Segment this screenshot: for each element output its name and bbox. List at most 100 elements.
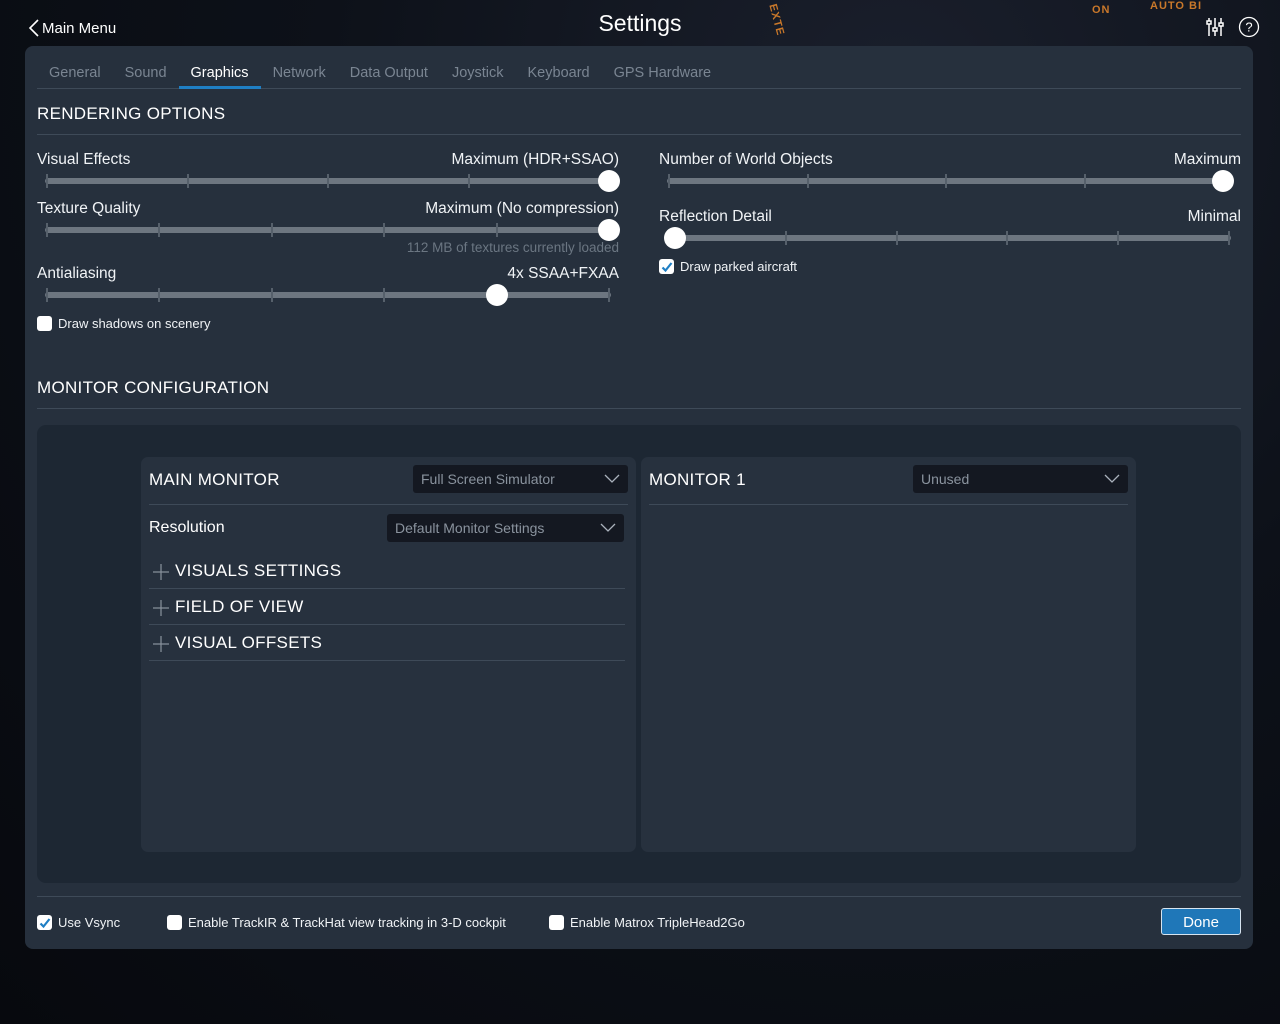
main-monitor-mode-dropdown[interactable]: Full Screen Simulator	[413, 465, 628, 493]
slider-thumb[interactable]	[598, 219, 620, 241]
help-icon[interactable]: ?	[1238, 16, 1260, 38]
page-title: Settings	[598, 10, 682, 36]
slider-tick	[895, 231, 898, 245]
slider-tick	[46, 223, 48, 237]
reflection-detail-value: Minimal	[1187, 208, 1241, 225]
expander-label: VISUAL OFFSETS	[175, 633, 323, 652]
tab-data-output[interactable]: Data Output	[338, 46, 440, 88]
slider-tick	[806, 174, 809, 188]
resolution-label: Resolution	[149, 519, 225, 536]
dropdown-value: Unused	[921, 471, 970, 487]
slider-tick	[1228, 231, 1230, 245]
slider-tick	[186, 174, 189, 188]
texture-quality-label: Texture Quality	[37, 200, 141, 217]
chevron-down-icon	[604, 474, 620, 483]
texture-quality-slider[interactable]	[45, 219, 620, 241]
monitor-1-card: MONITOR 1 Unused	[641, 457, 1136, 852]
slider-tick	[270, 288, 273, 302]
slider-thumb[interactable]	[598, 170, 620, 192]
sliders-icon[interactable]	[1204, 16, 1226, 38]
visual-effects-value: Maximum (HDR+SSAO)	[451, 151, 619, 168]
settings-panel: General Sound Graphics Network Data Outp…	[25, 46, 1253, 949]
plus-icon	[153, 564, 169, 580]
slider-tick	[467, 174, 470, 188]
checkmark-icon	[39, 917, 50, 928]
slider-thumb[interactable]	[485, 284, 508, 306]
texture-quality-value: Maximum (No compression)	[425, 200, 619, 217]
expander-label: VISUALS SETTINGS	[175, 561, 342, 580]
monitor-configuration-heading: MONITOR CONFIGURATION	[37, 378, 1241, 409]
visual-offsets-expander[interactable]: VISUAL OFFSETS	[149, 625, 625, 661]
antialiasing-setting: Antialiasing 4x SSAA+FXAA	[37, 265, 619, 306]
slider-tick	[46, 288, 48, 302]
use-vsync-label: Use Vsync	[58, 915, 121, 930]
texture-quality-setting: Texture Quality Maximum (No compression)…	[37, 200, 620, 260]
main-monitor-header: MAIN MONITOR Full Screen Simulator	[149, 457, 628, 505]
antialiasing-label: Antialiasing	[37, 265, 117, 282]
slider-tick	[668, 174, 670, 188]
rendering-options-heading: RENDERING OPTIONS	[37, 104, 1241, 135]
checkbox-box	[659, 259, 674, 274]
tab-network[interactable]: Network	[261, 46, 338, 88]
draw-shadows-checkbox[interactable]: Draw shadows on scenery	[37, 316, 210, 331]
trackir-label: Enable TrackIR & TrackHat view tracking …	[188, 915, 506, 930]
chevron-down-icon	[600, 523, 616, 532]
tab-general[interactable]: General	[37, 46, 113, 88]
dropdown-value: Full Screen Simulator	[421, 471, 555, 487]
draw-shadows-label: Draw shadows on scenery	[58, 316, 211, 331]
visual-effects-slider[interactable]	[45, 170, 620, 192]
slider-tick	[327, 174, 329, 188]
main-monitor-title: MAIN MONITOR	[149, 470, 280, 489]
resolution-dropdown[interactable]: Default Monitor Settings	[387, 514, 624, 542]
slider-tick	[1117, 231, 1120, 245]
slider-tick	[784, 231, 787, 245]
expander-label: FIELD OF VIEW	[175, 597, 304, 616]
reflection-detail-setting: Reflection Detail Minimal	[659, 208, 1241, 249]
world-objects-slider[interactable]	[667, 170, 1234, 192]
slider-tick	[270, 223, 273, 237]
world-objects-setting: Number of World Objects Maximum	[659, 151, 1241, 192]
tab-keyboard[interactable]: Keyboard	[516, 46, 602, 88]
svg-text:?: ?	[1245, 20, 1252, 35]
reflection-detail-slider[interactable]	[664, 227, 1231, 249]
tab-gps-hardware[interactable]: GPS Hardware	[602, 46, 724, 88]
tab-bar: General Sound Graphics Network Data Outp…	[37, 46, 1241, 89]
reflection-detail-label: Reflection Detail	[659, 208, 772, 225]
draw-parked-aircraft-checkbox[interactable]: Draw parked aircraft	[659, 259, 797, 274]
slider-tick	[383, 288, 386, 302]
checkmark-icon	[661, 261, 672, 272]
visuals-settings-expander[interactable]: VISUALS SETTINGS	[149, 553, 625, 589]
world-objects-label: Number of World Objects	[659, 151, 833, 168]
slider-tick	[46, 174, 48, 188]
slider-tick	[1083, 174, 1086, 188]
field-of-view-expander[interactable]: FIELD OF VIEW	[149, 589, 625, 625]
checkbox-box	[37, 316, 52, 331]
slider-thumb[interactable]	[1212, 170, 1234, 192]
tab-joystick[interactable]: Joystick	[440, 46, 516, 88]
plus-icon	[153, 636, 169, 652]
slider-tick	[608, 288, 610, 302]
use-vsync-checkbox[interactable]: Use Vsync	[37, 915, 120, 930]
done-button[interactable]: Done	[1161, 908, 1241, 935]
tab-graphics[interactable]: Graphics	[178, 46, 261, 89]
world-objects-value: Maximum	[1173, 151, 1241, 168]
antialiasing-slider[interactable]	[45, 284, 611, 306]
matrox-checkbox[interactable]: Enable Matrox TripleHead2Go	[549, 915, 745, 930]
slider-tick	[383, 223, 386, 237]
checkbox-box	[37, 915, 52, 930]
trackir-checkbox[interactable]: Enable TrackIR & TrackHat view tracking …	[167, 915, 506, 930]
monitor-configuration-area: MAIN MONITOR Full Screen Simulator Resol…	[37, 425, 1241, 883]
dropdown-value: Default Monitor Settings	[395, 520, 545, 536]
tab-sound[interactable]: Sound	[113, 46, 179, 88]
chevron-down-icon	[1104, 474, 1120, 483]
plus-icon	[153, 600, 169, 616]
antialiasing-value: 4x SSAA+FXAA	[507, 265, 619, 282]
slider-tick	[945, 174, 947, 188]
slider-thumb[interactable]	[664, 227, 686, 249]
matrox-label: Enable Matrox TripleHead2Go	[570, 915, 745, 930]
monitor-1-mode-dropdown[interactable]: Unused	[913, 465, 1128, 493]
monitor-1-header: MONITOR 1 Unused	[649, 457, 1128, 505]
visual-effects-label: Visual Effects	[37, 151, 131, 168]
slider-tick	[158, 288, 161, 302]
visual-effects-setting: Visual Effects Maximum (HDR+SSAO)	[37, 151, 620, 192]
